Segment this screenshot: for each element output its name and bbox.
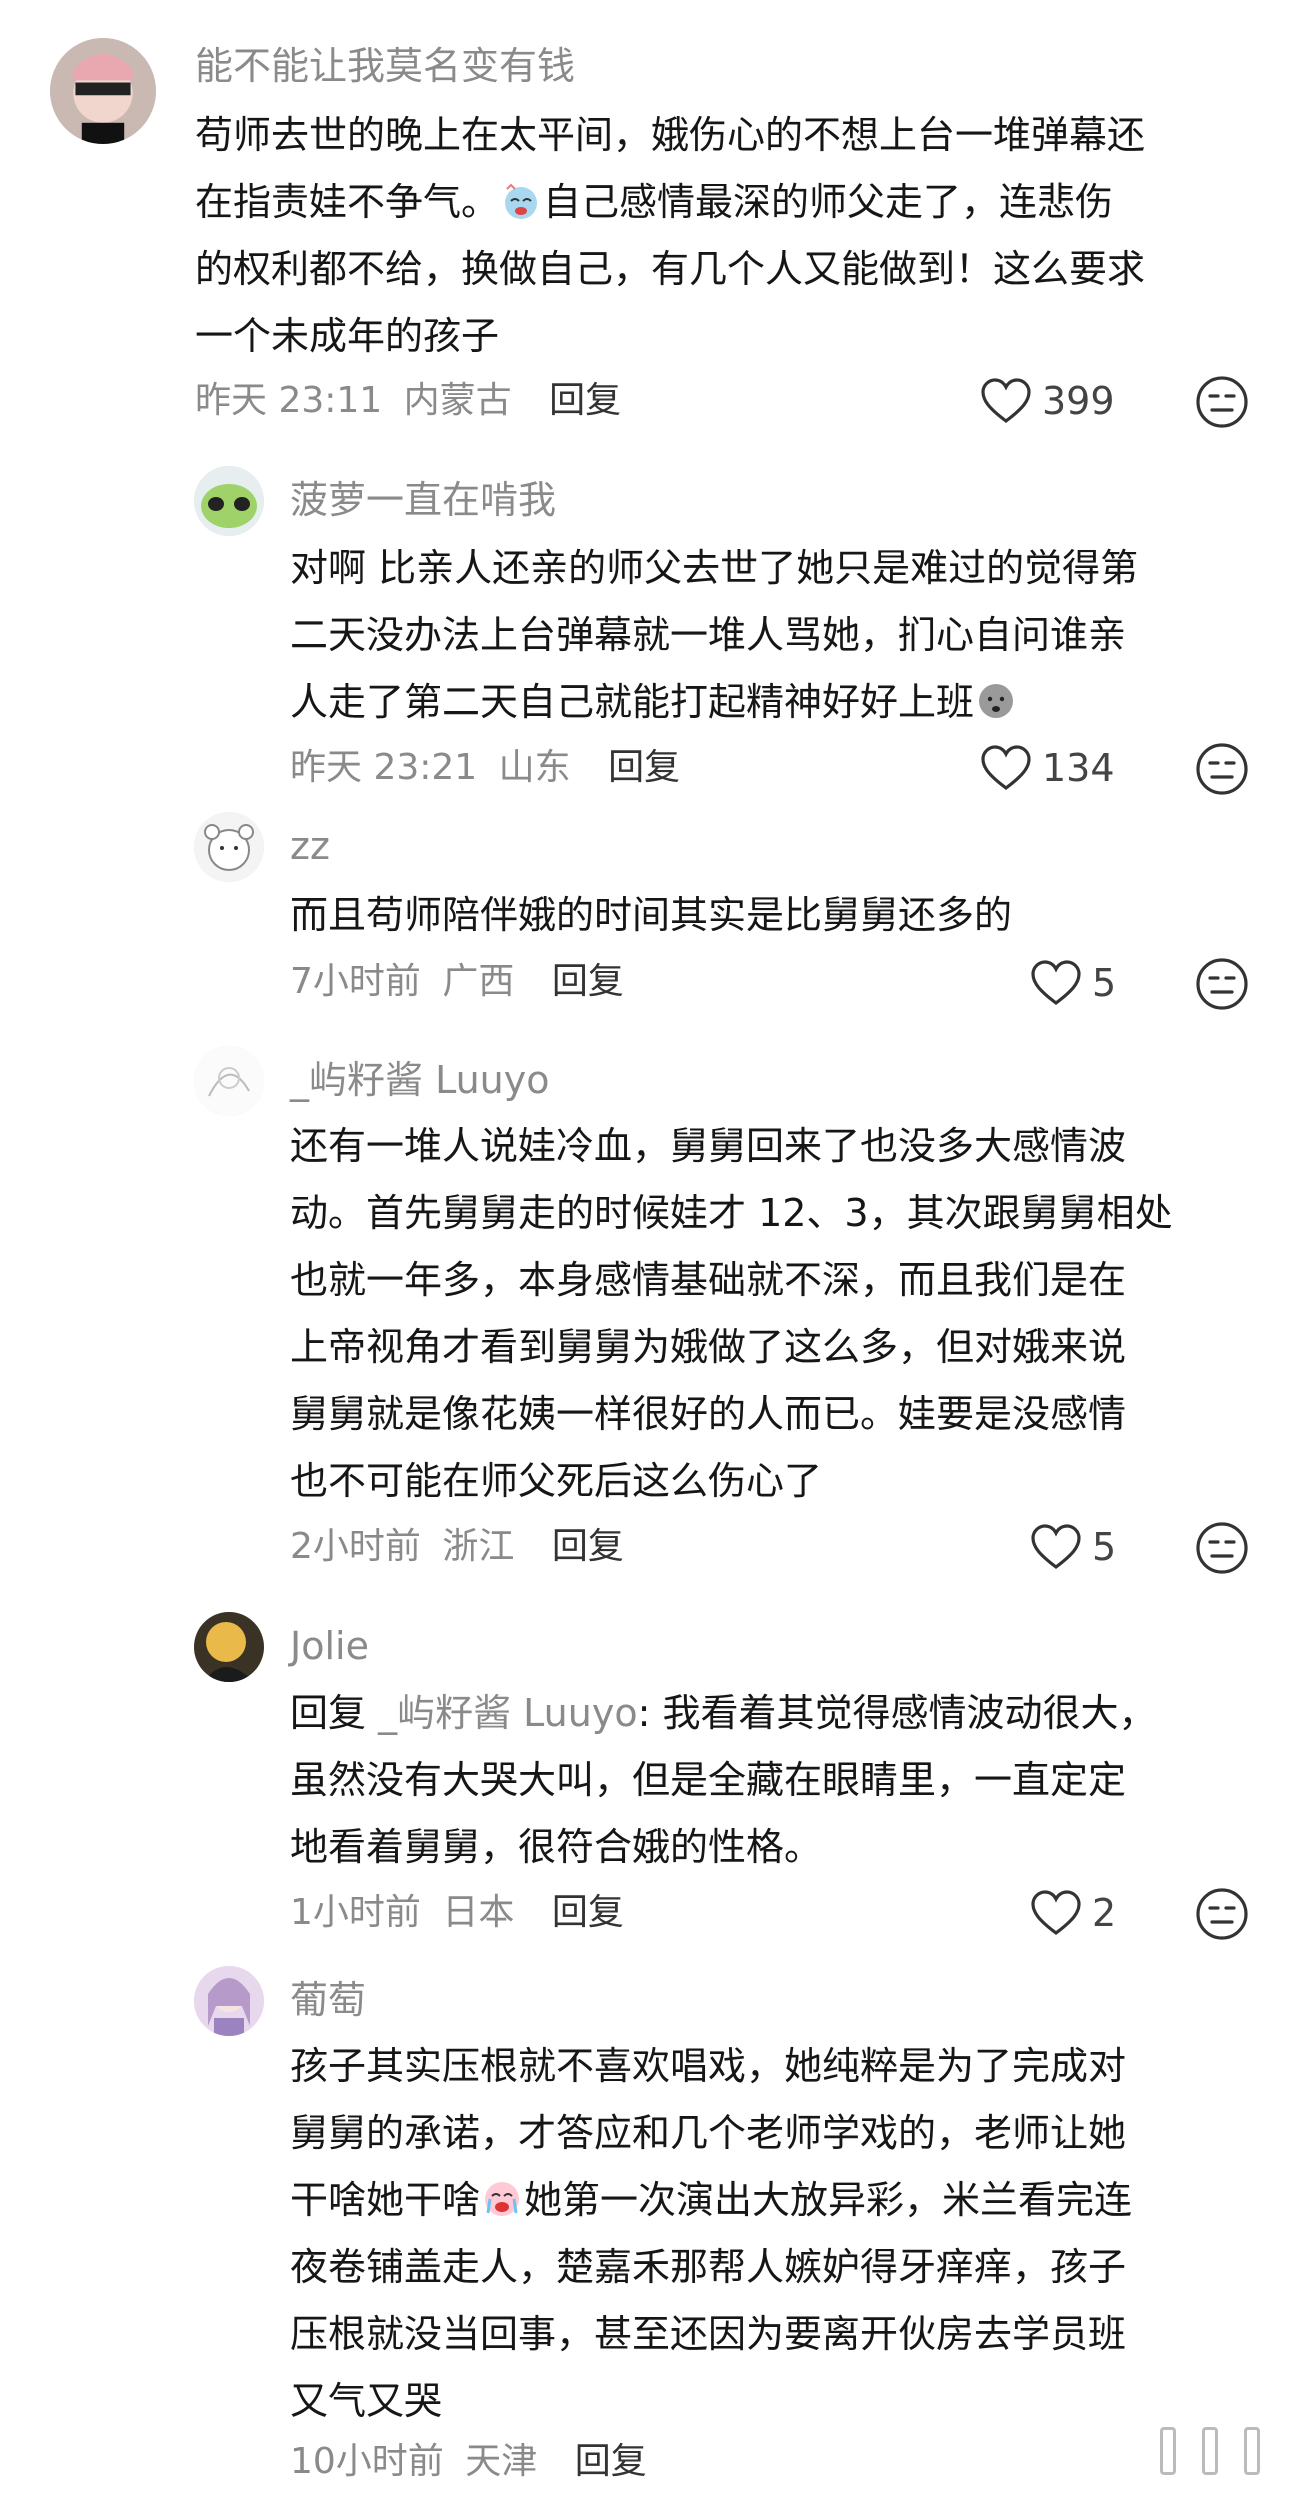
user-avatar-icon [194,1612,264,1682]
user-avatar-icon [50,38,156,144]
like-button[interactable]: 5 [1030,955,1116,1011]
avatar[interactable] [50,38,156,144]
like-count: 399 [1042,379,1115,423]
user-avatar-icon [194,1046,264,1116]
comment-text: 回复 _屿籽酱 Luuyo: 我看着其觉得感情波动很大， 虽然没有大哭大叫，但是… [290,1691,1157,1869]
nav-bar-icon [1202,2427,1218,2475]
dislike-button[interactable] [1195,1887,1249,1941]
dislike-button[interactable] [1195,375,1249,429]
reply-target-username[interactable]: _屿籽酱 Luuyo [378,1691,638,1735]
meh-face-icon [1196,376,1248,428]
crying-emoji-icon [501,175,541,219]
comment-meta: 7小时前 广西 回复 [290,958,624,1006]
comment-text: 孩子其实压根就不喜欢唱戏，她纯粹是为了完成对 舅舅的承诺，才答应和几个老师学戏的… [290,2044,1133,2423]
like-count: 2 [1092,1891,1117,1935]
comment-time: 7小时前 [290,961,421,1002]
comment-username[interactable]: 葡萄 [290,1976,366,2024]
comment-username[interactable]: zz [290,822,330,870]
comment-time: 1小时前 [290,1892,421,1933]
like-button[interactable]: 399 [980,373,1115,429]
meh-face-icon [1196,1522,1248,1574]
comment-username[interactable]: _屿籽酱 Luuyo [290,1056,550,1104]
user-avatar-icon [194,466,264,536]
heart-outline-icon [981,745,1031,791]
comment-location: 浙江 [442,1526,515,1567]
comment-meta: 10小时前 天津 回复 [290,2438,647,2486]
comment-text: 还有一堆人说娃冷血，舅舅回来了也没多大感情波 动。首先舅舅走的时候娃才 12、3… [290,1124,1173,1503]
reply-button[interactable]: 回复 [552,961,624,1002]
heart-outline-icon [1031,1524,1081,1570]
comment-location: 内蒙古 [403,380,512,421]
comment-meta: 昨天 23:11 内蒙古 回复 [195,377,621,425]
comment-text: 对啊 比亲人还亲的师父去世了她只是难过的觉得第 二天没办法上台弹幕就一堆人骂她，… [290,546,1139,724]
crying-emoji-icon [482,2173,522,2216]
dislike-button[interactable] [1195,1521,1249,1575]
like-button[interactable]: 2 [1030,1885,1116,1941]
avatar[interactable] [194,812,264,882]
comment-meta: 昨天 23:21 山东 回复 [290,744,680,792]
reply-button[interactable]: 回复 [552,1892,624,1933]
like-button[interactable]: 134 [980,740,1115,796]
comment-location: 山东 [498,747,571,788]
nav-bar-icon [1244,2427,1260,2475]
comment-time: 2小时前 [290,1526,421,1567]
nav-bar-icon [1160,2427,1176,2475]
reply-button[interactable]: 回复 [608,747,680,788]
comment-meta: 1小时前 日本 回复 [290,1889,624,1937]
heart-outline-icon [981,378,1031,424]
like-count: 5 [1092,961,1117,1005]
avatar[interactable] [194,1612,264,1682]
comment-username[interactable]: 能不能让我莫名变有钱 [195,42,575,90]
sigh-emoji-icon [976,675,1016,718]
meh-face-icon [1196,958,1248,1010]
dislike-button[interactable] [1195,742,1249,796]
comment-time: 10小时前 [290,2441,444,2482]
comment-time: 昨天 23:11 [195,380,383,421]
comment-username[interactable]: Jolie [290,1622,369,1670]
comment-time: 昨天 23:21 [290,747,478,788]
heart-outline-icon [1031,960,1081,1006]
dislike-button[interactable] [1195,957,1249,1011]
meh-face-icon [1196,743,1248,795]
avatar[interactable] [194,466,264,536]
like-count: 134 [1042,746,1115,790]
comment-location: 天津 [465,2441,538,2482]
user-avatar-icon [194,812,264,882]
system-gesture-bar [1160,2427,1260,2475]
like-button[interactable]: 5 [1030,1519,1116,1575]
heart-outline-icon [1031,1890,1081,1936]
comment-text: 而且苟师陪伴娥的时间其实是比舅舅还多的 [290,893,1013,937]
user-avatar-icon [194,1966,264,2036]
comment-location: 广西 [442,961,515,1002]
avatar[interactable] [194,1966,264,2036]
meh-face-icon [1196,1888,1248,1940]
avatar[interactable] [194,1046,264,1116]
reply-button[interactable]: 回复 [552,1526,624,1567]
reply-button[interactable]: 回复 [575,2441,647,2482]
reply-button[interactable]: 回复 [549,380,621,421]
like-count: 5 [1092,1525,1117,1569]
comment-username[interactable]: 菠萝一直在啃我 [290,476,556,524]
comment-meta: 2小时前 浙江 回复 [290,1523,624,1571]
comment-location: 日本 [442,1892,515,1933]
comment-text: 苟师去世的晚上在太平间，娥伤心的不想上台一堆弹幕还 在指责娃不争气。 自己感情最深… [195,113,1146,358]
